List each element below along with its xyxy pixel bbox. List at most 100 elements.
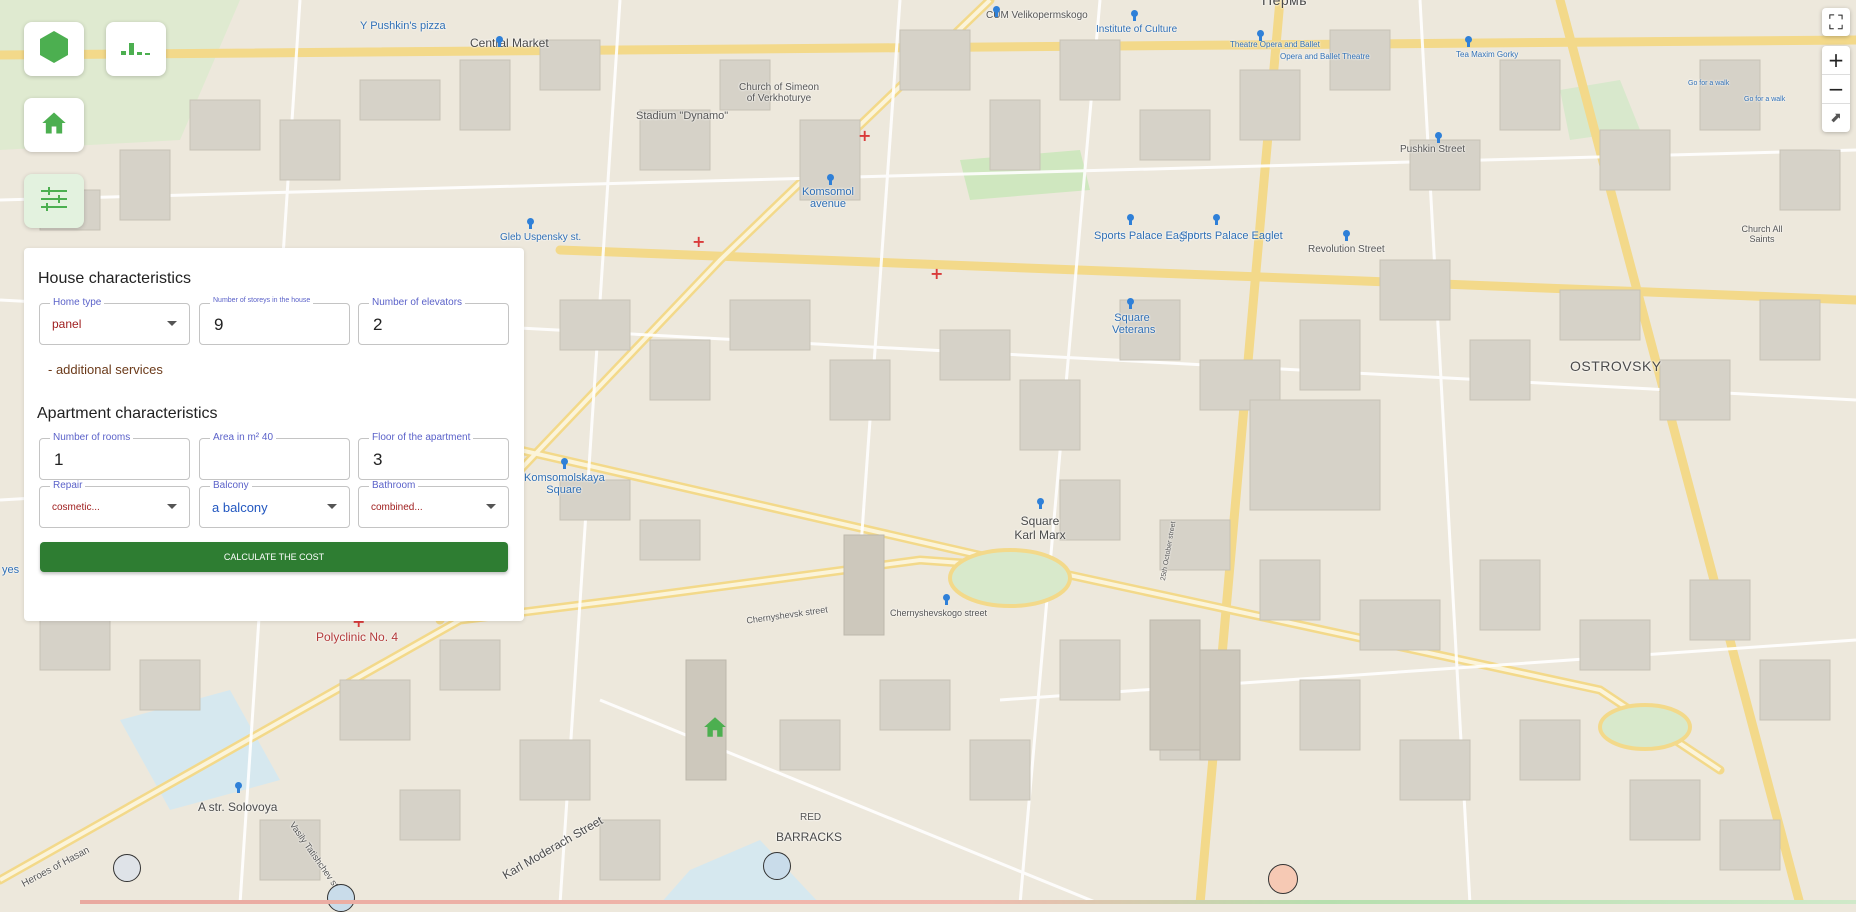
map-label: Gleb Uspensky st. xyxy=(500,232,582,243)
hexagon-icon xyxy=(38,30,70,69)
poi-pin-icon[interactable] xyxy=(992,6,1001,17)
map-label: Church All Saints xyxy=(1741,224,1783,244)
sliders-icon xyxy=(39,186,69,217)
analytics-button[interactable] xyxy=(106,22,166,76)
map-label: OSTROVSKY xyxy=(1570,358,1662,374)
fullscreen-control[interactable]: ⛶ xyxy=(1822,8,1850,36)
map-label: BARRACKS xyxy=(776,830,843,844)
circle-marker[interactable] xyxy=(1268,864,1298,894)
map-label: Square Veterans xyxy=(1112,312,1156,336)
poi-pin-icon[interactable] xyxy=(826,174,835,185)
home-icon xyxy=(40,109,68,142)
zoom-in-button[interactable]: + xyxy=(1822,46,1850,75)
map-label: Institute of Culture xyxy=(1096,24,1178,35)
floor-label: Floor of the apartment xyxy=(369,432,474,443)
fullscreen-icon[interactable]: ⛶ xyxy=(1822,8,1850,36)
characteristics-panel: House characteristics Home type panel Nu… xyxy=(24,248,524,621)
poi-pin-icon[interactable] xyxy=(1256,30,1265,41)
bar-chart-icon xyxy=(119,37,153,62)
map-label: Polyclinic No. 4 xyxy=(316,630,399,644)
hospital-icon[interactable]: + xyxy=(692,232,705,251)
area-input[interactable]: Area in m² 40 xyxy=(199,432,350,480)
map-label: Komsomolskaya Square xyxy=(524,472,605,496)
home-type-label: Home type xyxy=(50,297,105,308)
map-label: A str. Solovoya xyxy=(198,800,278,814)
map-label: Opera and Ballet Theatre xyxy=(1280,52,1370,61)
calculate-cost-button[interactable]: CALCULATE THE COST xyxy=(40,542,508,572)
house-marker-icon[interactable] xyxy=(702,714,728,740)
poi-pin-icon[interactable] xyxy=(1212,214,1221,225)
poi-pin-icon[interactable] xyxy=(1130,10,1139,21)
additional-services-toggle[interactable]: - additional services xyxy=(48,362,163,377)
poi-pin-icon[interactable] xyxy=(234,782,243,793)
chevron-down-icon xyxy=(167,504,177,509)
poi-pin-icon[interactable] xyxy=(1126,214,1135,225)
map-label: Y Pushkin's pizza xyxy=(360,20,446,32)
poi-pin-icon[interactable] xyxy=(560,458,569,469)
elevators-label: Number of elevators xyxy=(369,297,466,308)
poi-pin-icon[interactable] xyxy=(942,594,951,605)
map-label: Sports Palace Eaglet xyxy=(1180,230,1283,242)
chevron-down-icon xyxy=(167,321,177,326)
balcony-value: a balcony xyxy=(212,500,268,515)
map-label: Пермь xyxy=(1262,0,1308,8)
home-button[interactable] xyxy=(24,98,84,152)
rooms-value: 1 xyxy=(54,450,64,469)
map-label: Komsomol avenue xyxy=(802,186,854,210)
logo-button[interactable] xyxy=(24,22,84,76)
storeys-label: Number of storeys in the house xyxy=(210,297,314,304)
poi-pin-icon[interactable] xyxy=(1434,132,1443,143)
balcony-select[interactable]: Balcony a balcony xyxy=(199,480,350,528)
chevron-down-icon xyxy=(327,504,337,509)
poi-pin-icon[interactable] xyxy=(1126,298,1135,309)
circle-marker[interactable] xyxy=(327,884,355,912)
zoom-controls: + − ⬈ xyxy=(1822,46,1850,132)
map-label: Theatre Opera and Ballet xyxy=(1230,40,1320,49)
repair-select[interactable]: Repair cosmetic... xyxy=(39,480,190,528)
map-label: yes xyxy=(2,564,20,576)
map-label: CUM Velikopermskogo xyxy=(986,10,1088,21)
map-label: Stadium "Dynamo" xyxy=(636,110,729,122)
map-label: Church of Simeon of Verkhoturye xyxy=(738,82,820,104)
map-label: Pushkin Street xyxy=(1400,144,1466,155)
storeys-input[interactable]: Number of storeys in the house 9 xyxy=(199,297,350,345)
floor-input[interactable]: Floor of the apartment 3 xyxy=(358,432,509,480)
repair-value: cosmetic... xyxy=(52,502,100,513)
hospital-icon[interactable]: + xyxy=(858,126,871,145)
circle-marker[interactable] xyxy=(113,854,141,882)
poi-pin-icon[interactable] xyxy=(1464,36,1473,47)
chevron-down-icon xyxy=(486,504,496,509)
rooms-input[interactable]: Number of rooms 1 xyxy=(39,432,190,480)
filters-button[interactable] xyxy=(24,174,84,228)
map-label: Central Market xyxy=(470,36,549,50)
area-label: Area in m² 40 xyxy=(210,432,277,443)
map-label: RED xyxy=(800,812,822,823)
home-type-select[interactable]: Home type panel xyxy=(39,297,190,345)
bathroom-value: combined... xyxy=(371,502,423,513)
storeys-value: 9 xyxy=(214,315,224,334)
poi-pin-icon[interactable] xyxy=(526,218,535,229)
apartment-title: Apartment characteristics xyxy=(37,405,218,422)
poi-pin-icon[interactable] xyxy=(1036,498,1045,509)
elevators-value: 2 xyxy=(373,315,383,334)
rooms-label: Number of rooms xyxy=(50,432,134,443)
poi-pin-icon[interactable] xyxy=(1342,230,1351,241)
hospital-icon[interactable]: + xyxy=(930,264,943,283)
map-label: Go for a walk xyxy=(1744,96,1786,103)
map-label: Tea Maxim Gorky xyxy=(1456,50,1519,59)
map-label: Go for a walk xyxy=(1688,80,1730,87)
balcony-label: Balcony xyxy=(210,480,252,491)
house-title: House characteristics xyxy=(38,270,191,287)
poi-pin-icon[interactable] xyxy=(495,36,504,47)
circle-marker[interactable] xyxy=(763,852,791,880)
bathroom-label: Bathroom xyxy=(369,480,419,491)
elevators-input[interactable]: Number of elevators 2 xyxy=(358,297,509,345)
compass-icon[interactable]: ⬈ xyxy=(1822,104,1850,132)
map-label: Square Karl Marx xyxy=(1014,514,1066,542)
bathroom-select[interactable]: Bathroom combined... xyxy=(358,480,509,528)
floor-value: 3 xyxy=(373,450,383,469)
map-label: Chernyshevskogo street xyxy=(890,608,988,618)
gradient-strip xyxy=(80,900,1856,904)
repair-label: Repair xyxy=(50,480,86,491)
zoom-out-button[interactable]: − xyxy=(1822,75,1850,104)
